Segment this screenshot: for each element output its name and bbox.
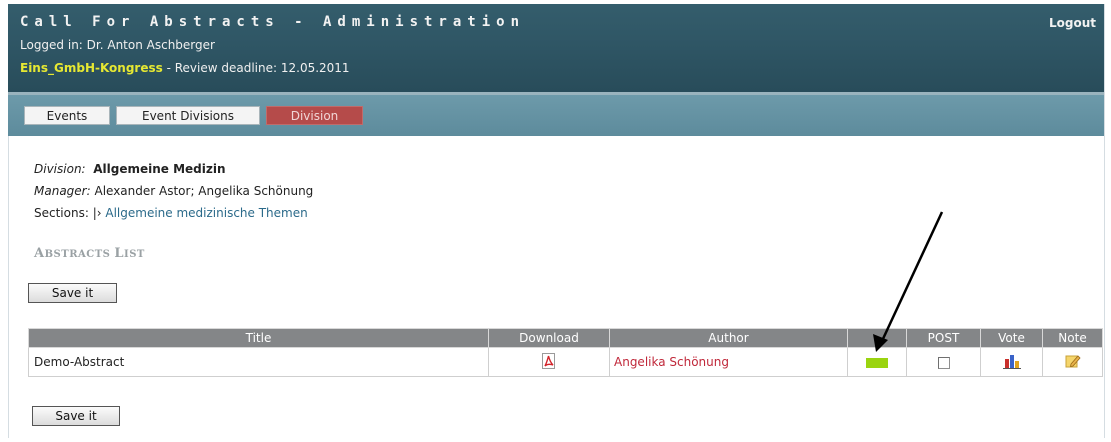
- sections-label: Sections:: [34, 206, 89, 220]
- save-button-top[interactable]: Save it: [28, 283, 117, 303]
- manager-value: Alexander Astor; Angelika Schönung: [94, 184, 314, 198]
- abstracts-table: Title Download Author POST Vote Note Dem…: [28, 328, 1103, 377]
- abstracts-list-heading: ABSTRACTS LIST: [34, 246, 145, 261]
- section-link[interactable]: Allgemeine medizinische Themen: [105, 206, 307, 220]
- manager-label: Manager:: [34, 184, 91, 198]
- post-checkbox[interactable]: [937, 356, 950, 369]
- manager-row: Manager: Alexander Astor; Angelika Schön…: [34, 184, 313, 198]
- note-edit-icon[interactable]: [1065, 353, 1081, 372]
- vote-icon[interactable]: [1002, 353, 1021, 372]
- abstract-title: Demo-Abstract: [28, 347, 489, 377]
- division-value: Allgemeine Medizin: [93, 162, 226, 176]
- col-note: Note: [1042, 328, 1103, 348]
- pdf-icon[interactable]: [541, 352, 557, 372]
- status-indicator[interactable]: [866, 357, 888, 368]
- sections-row: Sections: |› Allgemeine medizinische The…: [34, 206, 308, 220]
- app-title: Call For Abstracts - Administration: [20, 14, 526, 30]
- post-cell: [906, 347, 981, 377]
- tab-division[interactable]: Division: [266, 106, 363, 125]
- tab-bar: Events Event Divisions Division: [8, 95, 1104, 136]
- sections-separator: |›: [92, 206, 102, 220]
- event-line: Eins_GmbH-Kongress - Review deadline: 12…: [20, 61, 350, 75]
- col-status: [847, 328, 907, 348]
- logged-in-user: Logged in: Dr. Anton Aschberger: [20, 38, 215, 52]
- save-button-bottom[interactable]: Save it: [32, 406, 120, 426]
- col-post: POST: [906, 328, 981, 348]
- table-row: Demo-Abstract Angelika Schönung: [28, 347, 1103, 377]
- tab-event-divisions[interactable]: Event Divisions: [116, 106, 260, 125]
- division-row: Division: Allgemeine Medizin: [34, 162, 226, 176]
- col-vote: Vote: [980, 328, 1043, 348]
- review-deadline: - Review deadline: 12.05.2011: [162, 61, 350, 75]
- app-header: Call For Abstracts - Administration Logg…: [8, 4, 1104, 92]
- status-cell: [847, 347, 907, 377]
- table-header-row: Title Download Author POST Vote Note: [28, 328, 1103, 348]
- download-cell: [488, 347, 610, 377]
- col-author: Author: [609, 328, 848, 348]
- logout-link[interactable]: Logout: [1049, 16, 1096, 30]
- col-download: Download: [488, 328, 610, 348]
- vote-cell: [980, 347, 1043, 377]
- division-label: Division:: [34, 162, 86, 176]
- tab-events[interactable]: Events: [24, 106, 110, 125]
- author-name[interactable]: Angelika Schönung: [609, 347, 848, 377]
- event-name: Eins_GmbH-Kongress: [20, 61, 163, 75]
- note-cell: [1042, 347, 1103, 377]
- col-title: Title: [28, 328, 489, 348]
